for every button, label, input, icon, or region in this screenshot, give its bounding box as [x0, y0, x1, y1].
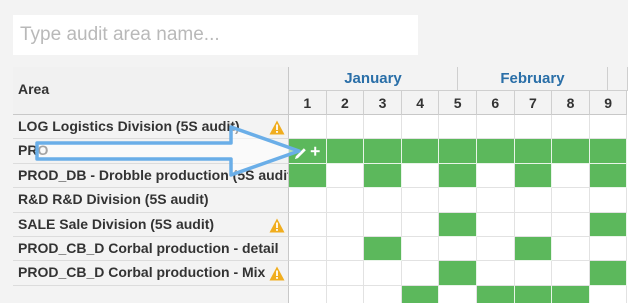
empty-day-cell[interactable] — [289, 212, 327, 237]
empty-day-cell[interactable] — [552, 163, 590, 189]
day-header-9: 9 — [589, 91, 628, 115]
empty-day-cell[interactable] — [477, 237, 515, 262]
scheduled-audit-cell[interactable] — [514, 237, 553, 262]
day-header-4: 4 — [401, 91, 440, 115]
warning-icon — [269, 265, 285, 281]
empty-day-cell[interactable] — [589, 188, 628, 213]
day-header-3: 3 — [364, 91, 402, 115]
empty-day-cell[interactable] — [327, 285, 365, 303]
audit-calendar-grid: Area January February 123456789 LOG Logi… — [13, 67, 628, 303]
empty-day-cell[interactable] — [364, 261, 402, 286]
area-column-header: Area — [13, 67, 289, 115]
scheduled-audit-cell[interactable] — [477, 139, 515, 164]
audit-area-name: R&D R&D Division (5S audit) — [18, 191, 209, 208]
warning-icon — [269, 217, 285, 233]
audit-area-name: SALE Sale Division (5S audit) — [18, 215, 215, 232]
arrow-icon — [35, 125, 301, 177]
empty-day-cell[interactable] — [439, 115, 477, 140]
audit-area-row-label[interactable] — [13, 285, 289, 303]
empty-day-cell[interactable] — [477, 163, 515, 189]
empty-day-cell[interactable] — [326, 212, 365, 237]
empty-day-cell[interactable] — [326, 188, 365, 213]
empty-day-cell[interactable] — [590, 285, 628, 303]
scheduled-audit-cell[interactable] — [439, 139, 477, 164]
empty-day-cell[interactable] — [477, 212, 515, 237]
day-header-1: 1 — [289, 91, 327, 115]
empty-day-cell[interactable] — [326, 115, 365, 140]
scheduled-audit-cell[interactable] — [439, 212, 477, 237]
plus-icon[interactable] — [310, 147, 320, 157]
empty-day-cell[interactable] — [552, 261, 590, 286]
empty-day-cell[interactable] — [289, 237, 327, 262]
month-header-january: January — [289, 67, 458, 91]
scheduled-audit-cell[interactable] — [552, 285, 590, 303]
empty-day-cell[interactable] — [401, 115, 440, 140]
empty-day-cell[interactable] — [589, 237, 628, 262]
day-header-8: 8 — [552, 91, 590, 115]
scheduled-audit-cell[interactable] — [514, 139, 553, 164]
scheduled-audit-cell[interactable] — [589, 163, 628, 189]
scheduled-audit-cell[interactable] — [514, 163, 553, 189]
empty-day-cell[interactable] — [477, 188, 515, 213]
empty-day-cell[interactable] — [289, 188, 327, 213]
empty-day-cell[interactable] — [326, 261, 365, 286]
empty-day-cell[interactable] — [364, 212, 402, 237]
empty-day-cell[interactable] — [401, 237, 440, 262]
scheduled-audit-cell[interactable] — [552, 139, 590, 164]
empty-day-cell[interactable] — [364, 188, 402, 213]
empty-day-cell[interactable] — [552, 237, 590, 262]
scheduled-audit-cell[interactable] — [589, 139, 628, 164]
scheduled-audit-cell[interactable] — [364, 237, 402, 262]
empty-day-cell[interactable] — [326, 163, 365, 189]
audit-area-name: PROD_CB_D Corbal production - Mix — [18, 264, 266, 281]
empty-day-cell[interactable] — [401, 261, 440, 286]
day-header-7: 7 — [514, 91, 553, 115]
scheduled-audit-cell[interactable] — [326, 139, 365, 164]
empty-day-cell[interactable] — [477, 115, 515, 140]
audit-area-name: PROD_CB_D Corbal production - detail — [18, 240, 279, 256]
empty-day-cell[interactable] — [289, 261, 327, 286]
empty-day-cell[interactable] — [401, 163, 440, 189]
scheduled-audit-cell[interactable] — [401, 285, 440, 303]
audit-area-row-label[interactable]: SALE Sale Division (5S audit) — [13, 212, 289, 237]
empty-day-cell[interactable] — [401, 212, 440, 237]
scheduled-audit-cell[interactable] — [439, 163, 477, 189]
audit-area-row-label[interactable]: PROD_CB_D Corbal production - detail — [13, 237, 289, 262]
empty-day-cell[interactable] — [514, 261, 553, 286]
scheduled-audit-cell[interactable] — [364, 139, 402, 164]
scheduled-audit-cell[interactable] — [589, 261, 628, 286]
empty-day-cell[interactable] — [364, 115, 402, 140]
empty-day-cell[interactable] — [514, 115, 553, 140]
empty-day-cell[interactable] — [439, 237, 477, 262]
empty-day-cell[interactable] — [589, 115, 628, 140]
audit-area-row-label[interactable]: R&D R&D Division (5S audit) — [13, 188, 289, 213]
empty-day-cell[interactable] — [401, 188, 440, 213]
scheduled-audit-cell[interactable] — [401, 139, 440, 164]
empty-day-cell[interactable] — [552, 115, 590, 140]
search-input[interactable] — [13, 15, 418, 55]
empty-day-cell[interactable] — [514, 188, 553, 213]
audit-area-row-label[interactable]: PROD_CB_D Corbal production - Mix — [13, 261, 289, 286]
empty-day-cell[interactable] — [477, 261, 515, 286]
day-header-6: 6 — [477, 91, 515, 115]
empty-day-cell[interactable] — [552, 212, 590, 237]
month-header-february: February — [458, 67, 608, 91]
empty-day-cell[interactable] — [552, 188, 590, 213]
month-header-next — [608, 67, 628, 91]
scheduled-audit-cell[interactable] — [439, 261, 477, 286]
empty-day-cell[interactable] — [289, 285, 327, 303]
empty-day-cell[interactable] — [326, 237, 365, 262]
scheduled-audit-cell[interactable] — [514, 285, 553, 303]
day-header-2: 2 — [326, 91, 365, 115]
empty-day-cell[interactable] — [514, 212, 553, 237]
scheduled-audit-cell[interactable] — [589, 212, 628, 237]
empty-day-cell[interactable] — [439, 188, 477, 213]
scheduled-audit-cell[interactable] — [364, 163, 402, 189]
empty-day-cell[interactable] — [439, 285, 477, 303]
empty-day-cell[interactable] — [364, 285, 402, 303]
scheduled-audit-cell[interactable] — [477, 285, 515, 303]
day-header-5: 5 — [439, 91, 477, 115]
